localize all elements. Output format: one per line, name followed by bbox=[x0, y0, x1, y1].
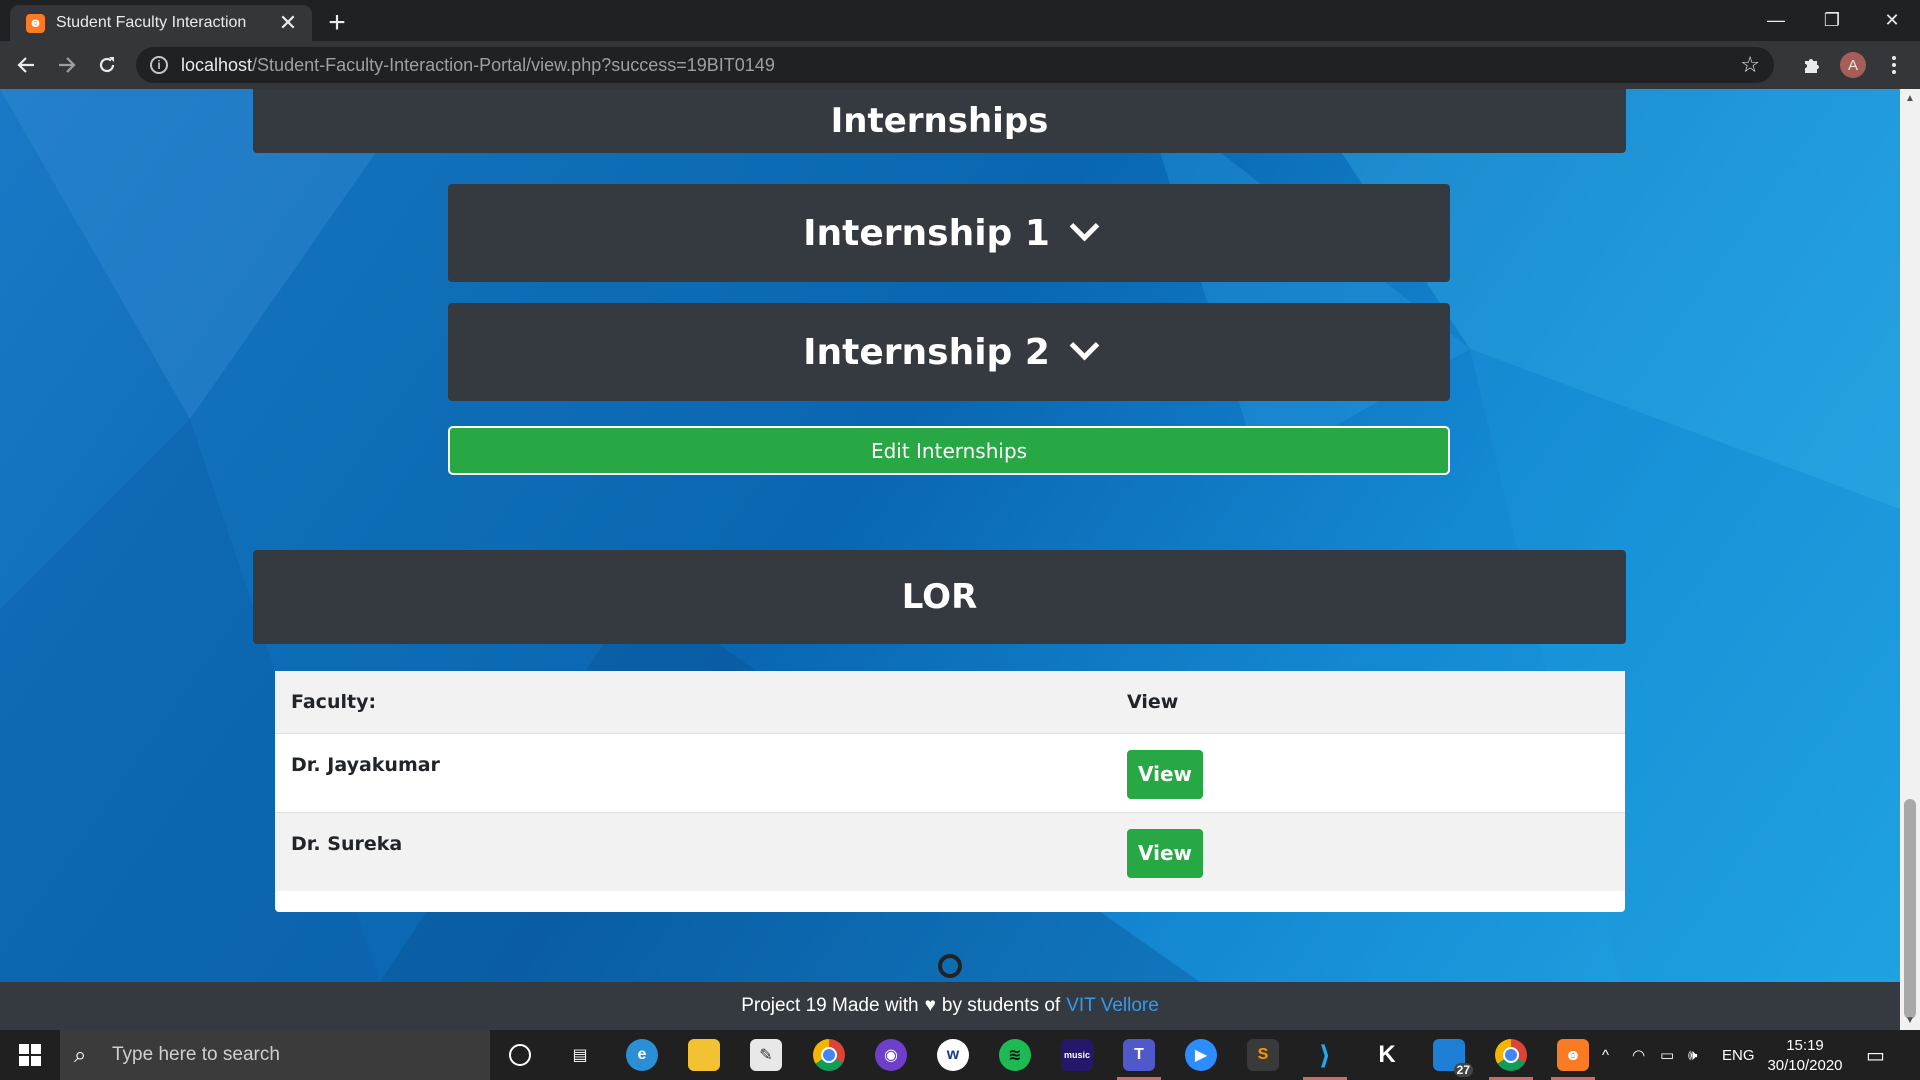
page-footer: Project 19 Made with ♥ by students of VI… bbox=[0, 982, 1900, 1030]
reload-icon[interactable] bbox=[91, 49, 123, 81]
tray-chevron-icon[interactable]: ^ bbox=[1602, 1030, 1609, 1080]
view-cell: View bbox=[1111, 733, 1625, 812]
edge-icon[interactable]: e bbox=[626, 1039, 658, 1071]
lor-table-card: Faculty: View Dr. Jayakumar View Dr. Sur… bbox=[275, 671, 1625, 912]
zoom-icon[interactable]: ▶ bbox=[1185, 1039, 1217, 1071]
chrome-menu-icon[interactable] bbox=[1878, 49, 1910, 81]
system-clock[interactable]: 15:19 30/10/2020 bbox=[1760, 1036, 1850, 1076]
windows-logo-icon bbox=[19, 1044, 41, 1066]
extensions-puzzle-icon[interactable] bbox=[1796, 49, 1828, 81]
scroll-down-arrow-icon[interactable]: ▼ bbox=[1900, 1015, 1920, 1026]
window-close-button[interactable]: ✕ bbox=[1864, 0, 1920, 41]
browser-tab[interactable]: ꙩ Student Faculty Interaction ✕ bbox=[10, 5, 312, 41]
vit-vellore-link[interactable]: VIT Vellore bbox=[1066, 995, 1159, 1017]
wifi-icon[interactable]: ◠ bbox=[1632, 1030, 1645, 1080]
vscode-icon[interactable]: ⟩ bbox=[1303, 1039, 1347, 1080]
internships-heading-text: Internships bbox=[830, 101, 1049, 141]
edit-internships-label: Edit Internships bbox=[870, 438, 1028, 463]
lor-table: Faculty: View Dr. Jayakumar View Dr. Sur… bbox=[275, 671, 1625, 891]
loading-spinner-icon bbox=[938, 954, 962, 978]
back-arrow-icon[interactable] bbox=[10, 49, 42, 81]
battery-icon[interactable]: ▭ bbox=[1660, 1030, 1674, 1080]
view-column-header: View bbox=[1127, 690, 1179, 713]
table-row: Dr. Sureka View bbox=[275, 812, 1625, 891]
url-host: localhost bbox=[181, 54, 253, 75]
amazon-music-icon[interactable]: music bbox=[1061, 1039, 1093, 1071]
clock-date: 30/10/2020 bbox=[1767, 1057, 1843, 1074]
restore-button[interactable]: ❐ bbox=[1804, 0, 1860, 41]
internship-1-label: Internship 1 bbox=[803, 212, 1050, 254]
language-indicator[interactable]: ENG bbox=[1722, 1030, 1755, 1080]
search-icon: ⌕ bbox=[74, 1042, 87, 1067]
xampp-icon[interactable]: ꙩ bbox=[1551, 1039, 1595, 1080]
internship-1-toggle[interactable]: Internship 1 bbox=[448, 184, 1450, 282]
clock-time: 15:19 bbox=[1786, 1037, 1824, 1054]
new-tab-button[interactable]: + bbox=[322, 6, 352, 40]
internships-heading: Internships bbox=[253, 89, 1626, 153]
footer-text-before: Project 19 Made with bbox=[741, 995, 919, 1016]
bookmark-star-icon[interactable]: ☆ bbox=[1740, 52, 1760, 78]
windows-taskbar: ⌕ Type here to search ▤ e ✎ ◉ w ≋ music … bbox=[0, 1030, 1920, 1080]
tab-close-icon[interactable]: ✕ bbox=[274, 10, 302, 36]
address-bar[interactable]: i localhost/Student-Faculty-Interaction-… bbox=[136, 47, 1774, 83]
view-lor-button[interactable]: View bbox=[1127, 749, 1203, 799]
task-view-icon[interactable]: ▤ bbox=[564, 1039, 596, 1071]
spotify-icon[interactable]: ≋ bbox=[999, 1039, 1031, 1071]
page-viewport: Internships Internship 1 Internship 2 Ed… bbox=[0, 89, 1900, 982]
xampp-favicon-icon: ꙩ bbox=[26, 13, 45, 33]
site-info-icon[interactable]: i bbox=[150, 56, 168, 74]
view-cell: View bbox=[1111, 812, 1625, 891]
minimize-button[interactable]: — bbox=[1748, 0, 1804, 41]
internship-2-label: Internship 2 bbox=[803, 331, 1050, 373]
avatar: A bbox=[1840, 52, 1866, 78]
phone-icon[interactable]: 27 bbox=[1433, 1039, 1473, 1077]
chevron-down-icon bbox=[1069, 330, 1100, 360]
chevron-down-icon bbox=[1069, 211, 1100, 241]
scrollbar-thumb[interactable] bbox=[1904, 799, 1916, 1019]
notification-center-icon[interactable]: ▭ bbox=[1866, 1030, 1885, 1080]
internship-2-toggle[interactable]: Internship 2 bbox=[448, 303, 1450, 401]
chrome-profile-icon[interactable] bbox=[1489, 1039, 1533, 1080]
forward-arrow-icon[interactable] bbox=[51, 49, 83, 81]
view-lor-button[interactable]: View bbox=[1127, 828, 1203, 878]
faculty-column-header: Faculty: bbox=[291, 690, 377, 713]
table-row: Dr. Jayakumar View bbox=[275, 733, 1625, 812]
edit-internships-button[interactable]: Edit Internships bbox=[448, 426, 1450, 475]
tab-strip: ꙩ Student Faculty Interaction ✕ + — ❐ ✕ bbox=[0, 0, 1920, 41]
faculty-name: Dr. Sureka bbox=[291, 832, 403, 855]
lor-heading-text: LOR bbox=[901, 577, 978, 617]
browser-toolbar: i localhost/Student-Faculty-Interaction-… bbox=[0, 41, 1920, 89]
table-header-row: Faculty: View bbox=[275, 671, 1625, 733]
whatsapp-icon[interactable]: w bbox=[937, 1039, 969, 1071]
lor-heading: LOR bbox=[253, 550, 1626, 644]
search-placeholder: Type here to search bbox=[112, 1044, 280, 1065]
profile-avatar[interactable]: A bbox=[1837, 49, 1869, 81]
taskbar-search[interactable]: ⌕ Type here to search bbox=[60, 1030, 490, 1080]
url-path: /Student-Faculty-Interaction-Portal/view… bbox=[252, 54, 775, 75]
page-scrollbar[interactable]: ▲ ▼ bbox=[1900, 89, 1920, 1030]
footer-text-after: by students of bbox=[941, 995, 1061, 1016]
faculty-name: Dr. Jayakumar bbox=[291, 753, 440, 776]
volume-icon[interactable]: 🕪 bbox=[1688, 1030, 1697, 1080]
github-desktop-icon[interactable]: ◉ bbox=[875, 1039, 907, 1071]
cortana-icon[interactable] bbox=[504, 1039, 536, 1071]
heart-icon: ♥ bbox=[924, 995, 936, 1016]
start-button[interactable] bbox=[0, 1030, 60, 1080]
tab-title: Student Faculty Interaction bbox=[56, 14, 247, 31]
notification-badge: 27 bbox=[1453, 1063, 1473, 1077]
teams-icon[interactable]: T bbox=[1117, 1039, 1161, 1080]
sublime-text-icon[interactable]: S bbox=[1247, 1039, 1279, 1071]
kodi-icon[interactable]: K bbox=[1371, 1039, 1403, 1071]
file-explorer-icon[interactable] bbox=[688, 1039, 720, 1071]
notepad-icon[interactable]: ✎ bbox=[750, 1039, 782, 1071]
chrome-icon[interactable] bbox=[813, 1039, 845, 1071]
scroll-up-arrow-icon[interactable]: ▲ bbox=[1900, 93, 1920, 104]
